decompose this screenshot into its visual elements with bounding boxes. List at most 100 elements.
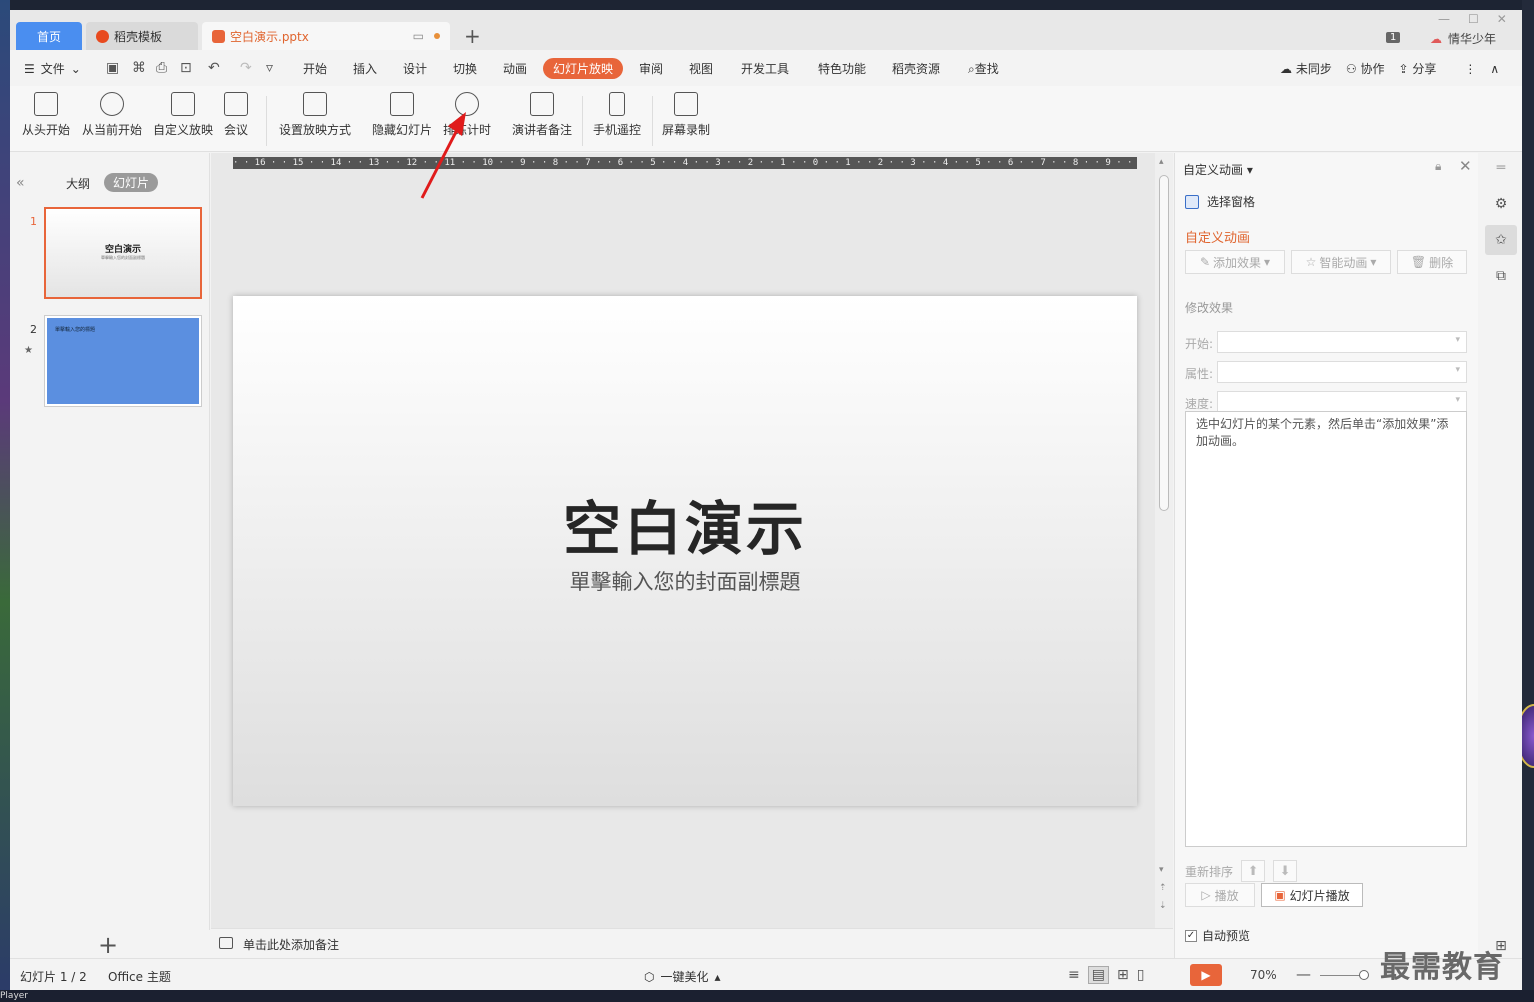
property-select[interactable] bbox=[1217, 361, 1467, 383]
menu-tab-developer[interactable]: 开发工具 bbox=[741, 60, 789, 77]
add-effect-button[interactable]: ✎ 添加效果 ▾ bbox=[1185, 250, 1285, 274]
ribbon-label: 隐藏幻灯片 bbox=[372, 123, 433, 137]
menu-tab-transition[interactable]: 切换 bbox=[453, 60, 477, 77]
view-switcher: ≡ ▤ ⊞ ▯ bbox=[1068, 966, 1144, 984]
tab-daoke-templates[interactable]: 稻壳模板 bbox=[86, 22, 198, 50]
lock-icon[interactable]: 🔒︎ bbox=[1435, 159, 1441, 174]
menu-tab-insert[interactable]: 插入 bbox=[353, 60, 377, 77]
print-icon[interactable]: ⎙ bbox=[156, 60, 167, 76]
collapse-panel-icon[interactable]: « bbox=[16, 175, 25, 191]
setup-show-button[interactable]: 设置放映方式 bbox=[279, 92, 351, 138]
zoom-slider-knob[interactable] bbox=[1359, 970, 1369, 980]
menu-tab-design[interactable]: 设计 bbox=[403, 60, 427, 77]
user-name: 情华少年 bbox=[1448, 32, 1497, 46]
collapse-ribbon-icon[interactable]: ∧ bbox=[1490, 62, 1499, 76]
share-button[interactable]: ⇪ 分享 bbox=[1398, 60, 1436, 77]
notes-bar[interactable]: 单击此处添加备注 bbox=[211, 928, 1173, 958]
tab-document[interactable]: 空白演示.pptx ▭ bbox=[202, 22, 450, 50]
screen-record-button[interactable]: 屏幕录制 bbox=[662, 92, 710, 138]
new-tab-button[interactable]: + bbox=[464, 24, 481, 48]
redo-icon[interactable]: ↷ bbox=[240, 60, 252, 76]
scroll-down-icon[interactable]: ▾ bbox=[1159, 865, 1164, 875]
maximize-icon[interactable]: ☐ bbox=[1468, 12, 1479, 26]
animation-list[interactable]: 选中幻灯片的某个元素，然后单击“添加效果”添加动画。 bbox=[1185, 411, 1467, 847]
star-icon: ☆ bbox=[1305, 255, 1317, 269]
beautify-button[interactable]: ⬡ 一键美化 ▴ bbox=[644, 968, 721, 985]
slides-view-tab[interactable]: 幻灯片 bbox=[104, 173, 159, 192]
normal-view-icon[interactable]: ▤ bbox=[1087, 966, 1109, 984]
slideshow-play-button[interactable]: ▣ 幻灯片播放 bbox=[1261, 883, 1363, 907]
print-preview-icon[interactable]: ⊡ bbox=[180, 60, 192, 76]
settings-sliders-icon[interactable]: ⚙ bbox=[1490, 193, 1512, 215]
close-icon[interactable]: ✕ bbox=[1497, 12, 1507, 26]
minimize-icon[interactable]: — bbox=[1438, 12, 1450, 26]
menu-tab-review[interactable]: 审阅 bbox=[639, 60, 663, 77]
move-down-button[interactable]: ⬇ bbox=[1273, 860, 1298, 882]
speed-select[interactable] bbox=[1217, 391, 1467, 413]
zoom-out-icon[interactable]: — bbox=[1296, 965, 1311, 983]
more-icon[interactable]: ⋮ bbox=[1464, 62, 1476, 76]
tab-label: 稻壳模板 bbox=[114, 29, 163, 44]
window-count-badge[interactable]: 1 bbox=[1386, 32, 1401, 43]
scrollbar-thumb[interactable] bbox=[1159, 175, 1169, 511]
notes-view-icon[interactable]: ≡ bbox=[1068, 967, 1080, 983]
file-menu[interactable]: ☰ 文件 ⌄ bbox=[24, 60, 81, 77]
phone-remote-button[interactable]: 手机遥控 bbox=[593, 92, 641, 138]
customize-quick-access-icon[interactable]: ▿ bbox=[266, 60, 273, 76]
undo-icon[interactable]: ↶ bbox=[208, 60, 220, 76]
notes-placeholder[interactable]: 单击此处添加备注 bbox=[243, 936, 339, 953]
selection-pane-button[interactable]: 选择窗格 bbox=[1185, 193, 1255, 210]
scroll-up-icon[interactable]: ▴ bbox=[1159, 157, 1164, 167]
sorter-view-icon[interactable]: ⊞ bbox=[1117, 967, 1129, 983]
theme-name[interactable]: Office 主题 bbox=[108, 968, 171, 985]
menu-tab-animation[interactable]: 动画 bbox=[503, 60, 527, 77]
hide-slide-button[interactable]: 隐藏幻灯片 bbox=[372, 92, 432, 138]
start-from-current-button[interactable]: 从当前开始 bbox=[82, 92, 142, 138]
status-bar: 幻灯片 1 / 2 Office 主题 ⬡ 一键美化 ▴ ≡ ▤ ⊞ ▯ ▶ 7… bbox=[10, 958, 1522, 990]
slide-canvas[interactable]: 空白演示 單擊輸入您的封面副標題 bbox=[233, 296, 1137, 806]
slideshow-button[interactable]: ▶ bbox=[1190, 964, 1222, 986]
menu-tab-slideshow[interactable]: 幻灯片放映 bbox=[543, 58, 624, 79]
animation-star-icon: ★ bbox=[24, 345, 33, 356]
custom-show-button[interactable]: 自定义放映 bbox=[153, 92, 213, 138]
tab-home[interactable]: 首页 bbox=[16, 22, 82, 50]
pane-title-dropdown[interactable]: 自定义动画 ▾ bbox=[1183, 161, 1253, 178]
collab-button[interactable]: ⚇ 协作 bbox=[1346, 60, 1385, 77]
beautify-label: 一键美化 bbox=[660, 970, 709, 984]
monitor-icon[interactable]: ▭ bbox=[413, 29, 424, 43]
add-slide-button[interactable]: + bbox=[98, 931, 118, 959]
slide-title-placeholder[interactable]: 空白演示 bbox=[233, 482, 1137, 566]
close-pane-icon[interactable]: ✕ bbox=[1459, 157, 1472, 175]
menu-tab-resources[interactable]: 稻壳资源 bbox=[892, 60, 940, 77]
outline-view-tab[interactable]: 大纲 bbox=[66, 175, 90, 192]
rehearse-timings-button[interactable]: 排练计时 bbox=[443, 92, 491, 138]
menu-tab-view[interactable]: 视图 bbox=[689, 60, 713, 77]
next-slide-icon[interactable]: ⇣ bbox=[1159, 901, 1167, 911]
move-up-button[interactable]: ⬆ bbox=[1241, 860, 1266, 882]
vertical-scrollbar[interactable]: ▴ ▾ ⇡ ⇣ bbox=[1155, 153, 1173, 930]
format-painter-icon[interactable]: ⌘ bbox=[132, 60, 146, 76]
play-button[interactable]: ▷ 播放 bbox=[1185, 883, 1255, 907]
speaker-notes-button[interactable]: 演讲者备注 bbox=[512, 92, 572, 138]
search-icon: ⌕ bbox=[968, 62, 975, 76]
reading-view-icon[interactable]: ▯ bbox=[1137, 967, 1145, 983]
start-select[interactable] bbox=[1217, 331, 1467, 353]
menu-tab-start[interactable]: 开始 bbox=[303, 60, 327, 77]
slide-thumbnail-2[interactable]: 單擊輸入您的標題 bbox=[44, 315, 202, 407]
start-from-beginning-button[interactable]: 从头开始 bbox=[22, 92, 70, 138]
prev-slide-icon[interactable]: ⇡ bbox=[1159, 883, 1167, 893]
animation-star-icon[interactable]: ✩ bbox=[1490, 229, 1512, 251]
save-icon[interactable]: ▣ bbox=[106, 60, 119, 76]
delete-button[interactable]: 🗑︎ 删除 bbox=[1397, 250, 1467, 274]
meeting-button[interactable]: 会议 bbox=[224, 92, 248, 138]
zoom-level[interactable]: 70% bbox=[1250, 968, 1277, 982]
smart-animation-button[interactable]: ☆ 智能动画 ▾ bbox=[1291, 250, 1391, 274]
menu-tab-features[interactable]: 特色功能 bbox=[818, 60, 866, 77]
sync-button[interactable]: ☁ 未同步 bbox=[1280, 60, 1332, 77]
user-account[interactable]: ☁ 情华少年 bbox=[1430, 30, 1496, 47]
auto-preview-checkbox[interactable]: ✓ 自动预览 bbox=[1185, 927, 1250, 944]
search-button[interactable]: ⌕查找 bbox=[968, 60, 999, 77]
slide-thumbnail-1[interactable]: 空白演示 單擊輸入您的封面副標題 bbox=[44, 207, 202, 299]
slide-subtitle-placeholder[interactable]: 單擊輸入您的封面副標題 bbox=[233, 566, 1137, 596]
transition-icon[interactable]: ⧉ bbox=[1490, 265, 1512, 287]
